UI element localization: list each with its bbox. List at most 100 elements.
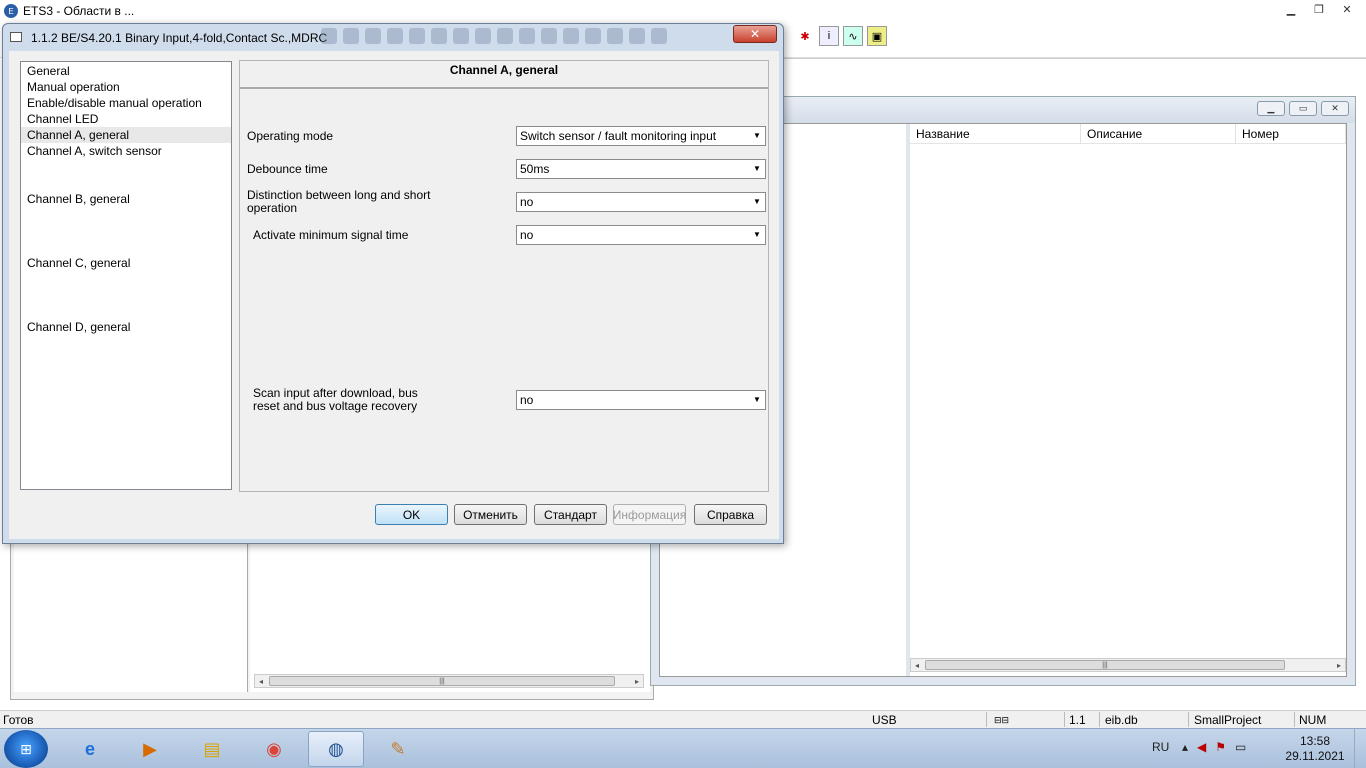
nav-item-enable-disable-manual[interactable]: Enable/disable manual operation [21, 95, 231, 111]
operating-mode-value: Switch sensor / fault monitoring input [520, 129, 717, 143]
volume-muted-icon[interactable]: ◀ [1197, 740, 1206, 754]
toolbar-separator [780, 58, 1366, 84]
dropdown-arrow-icon[interactable]: ▼ [749, 226, 765, 244]
debounce-time-value: 50ms [520, 162, 550, 176]
nav-item-channel-d-general[interactable]: Channel D, general [21, 319, 231, 335]
splitter[interactable] [906, 124, 910, 676]
scroll-right-icon[interactable]: ▸ [631, 675, 643, 687]
status-divider [1099, 712, 1100, 727]
parameter-panel: Channel A, general Operating mode Switch… [239, 60, 769, 492]
help-button[interactable]: Справка [694, 504, 767, 525]
dialog-titlebar: 1.1.2 BE/S4.20.1 Binary Input,4-fold,Con… [3, 24, 783, 50]
horizontal-scrollbar[interactable]: ◂ ||| ▸ [254, 674, 644, 688]
toolbar-icons: ✱ i ∿ ▣ [795, 26, 887, 46]
start-button[interactable]: ⊞ [4, 730, 48, 768]
taskbar: ⊞ e ▶ ▤ ◉ ◍ ✎ RU ▴ ◀ ⚑ ▭ 13:58 29.11.202… [0, 728, 1366, 768]
scroll-left-icon[interactable]: ◂ [255, 675, 267, 687]
status-ready: Готов [3, 713, 34, 727]
standard-button[interactable]: Стандарт [534, 504, 607, 525]
clock-time: 13:58 [1299, 734, 1331, 748]
network-icon[interactable]: ▭ [1235, 740, 1246, 754]
maximize-icon[interactable]: ▭ [1289, 101, 1317, 116]
scroll-left-icon[interactable]: ◂ [911, 659, 923, 671]
nav-item-channel-b-general[interactable]: Channel B, general [21, 191, 231, 207]
panel-title: Channel A, general [240, 61, 768, 89]
status-interface: USB [872, 713, 897, 727]
column-description[interactable]: Описание [1081, 124, 1236, 144]
parameter-dialog: 1.1.2 BE/S4.20.1 Binary Input,4-fold,Con… [2, 23, 784, 544]
minimize-icon[interactable]: ▁ [1257, 101, 1285, 116]
close-icon[interactable]: ✕ [1321, 101, 1349, 116]
chrome-icon[interactable]: ◉ [246, 731, 302, 767]
list-header: Название Описание Номер [910, 124, 1346, 144]
language-indicator[interactable]: RU [1152, 740, 1169, 754]
group-monitor-icon[interactable]: ▣ [867, 26, 887, 46]
info-button: Информация [613, 504, 686, 525]
scroll-thumb[interactable]: ||| [269, 676, 615, 686]
internet-explorer-icon[interactable]: e [62, 731, 118, 767]
ets-app-icon: E [4, 4, 18, 18]
min-signal-time-value: no [520, 228, 534, 242]
scroll-right-icon[interactable]: ▸ [1333, 659, 1345, 671]
status-num: NUM [1299, 713, 1327, 727]
file-explorer-icon[interactable]: ▤ [184, 731, 240, 767]
status-project: SmallProject [1194, 713, 1262, 727]
dialog-client: General Manual operation Enable/disable … [9, 51, 779, 539]
ok-button[interactable]: OK [375, 504, 448, 525]
scroll-thumb[interactable]: ||| [925, 660, 1285, 670]
nav-item-channel-a-general[interactable]: Channel A, general [21, 127, 231, 143]
nav-item-manual-operation[interactable]: Manual operation [21, 79, 231, 95]
connection-icon: ⊟⊟ [994, 715, 1010, 725]
param-label-scan-input: Scan input after download, bus reset and… [253, 386, 418, 413]
param-label-debounce-time: Debounce time [247, 162, 328, 176]
distinction-value: no [520, 195, 534, 209]
dialog-icon [10, 32, 22, 42]
horizontal-scrollbar[interactable]: ◂ ||| ▸ [910, 658, 1346, 672]
background-toolbar-ghost [321, 28, 667, 44]
param-label-distinction: Distinction between long and short opera… [247, 188, 431, 215]
dropdown-arrow-icon[interactable]: ▼ [749, 193, 765, 211]
distinction-select[interactable]: no ▼ [516, 192, 766, 212]
close-icon[interactable]: ✕ [1334, 0, 1360, 18]
topology-window-controls: ▁ ▭ ✕ [1257, 101, 1349, 116]
info-icon[interactable]: i [819, 26, 839, 46]
app-titlebar: E ETS3 - Области в ... ▁ ❐ ✕ [0, 0, 1366, 22]
dropdown-arrow-icon[interactable]: ▼ [749, 391, 765, 409]
dialog-close-button[interactable]: ✕ [733, 25, 777, 43]
flag-icon[interactable]: ⚑ [1215, 740, 1226, 754]
statusbar: Готов USB ⊟⊟ 1.1 eib.db SmallProject NUM [0, 710, 1366, 728]
clock[interactable]: 13:58 29.11.2021 [1282, 734, 1348, 764]
dialog-title: 1.1.2 BE/S4.20.1 Binary Input,4-fold,Con… [31, 31, 328, 45]
operating-mode-select[interactable]: Switch sensor / fault monitoring input ▼ [516, 126, 766, 146]
cancel-button[interactable]: Отменить [454, 504, 527, 525]
nav-item-general[interactable]: General [21, 63, 231, 79]
param-label-min-signal-time: Activate minimum signal time [253, 228, 409, 242]
debounce-time-select[interactable]: 50ms ▼ [516, 159, 766, 179]
dropdown-arrow-icon[interactable]: ▼ [749, 127, 765, 145]
ets3-taskbar-icon[interactable]: ◍ [308, 731, 364, 767]
media-player-icon[interactable]: ▶ [122, 731, 178, 767]
minimize-icon[interactable]: ▁ [1278, 0, 1304, 18]
column-number[interactable]: Номер [1236, 124, 1346, 144]
show-desktop-button[interactable] [1354, 729, 1366, 768]
download-icon[interactable]: ✱ [795, 26, 815, 46]
nav-item-channel-led[interactable]: Channel LED [21, 111, 231, 127]
system-tray: ▴ ◀ ⚑ ▭ [1182, 740, 1246, 754]
min-signal-time-select[interactable]: no ▼ [516, 225, 766, 245]
scan-input-select[interactable]: no ▼ [516, 390, 766, 410]
building-content-pane[interactable]: ◂ ||| ▸ [250, 540, 650, 692]
nav-item-channel-a-switch-sensor[interactable]: Channel A, switch sensor [21, 143, 231, 159]
app-title: ETS3 - Области в ... [23, 4, 135, 18]
column-name[interactable]: Название [910, 124, 1081, 144]
paint-icon[interactable]: ✎ [370, 731, 426, 767]
status-divider [1064, 712, 1065, 727]
clock-date: 29.11.2021 [1285, 749, 1345, 763]
building-tree[interactable] [14, 540, 248, 692]
restore-icon[interactable]: ❐ [1306, 0, 1332, 18]
dropdown-arrow-icon[interactable]: ▼ [749, 160, 765, 178]
nav-item-channel-c-general[interactable]: Channel C, general [21, 255, 231, 271]
status-address: 1.1 [1069, 713, 1086, 727]
bus-monitor-icon[interactable]: ∿ [843, 26, 863, 46]
show-hidden-icons-icon[interactable]: ▴ [1182, 740, 1188, 754]
param-label-operating-mode: Operating mode [247, 129, 334, 143]
